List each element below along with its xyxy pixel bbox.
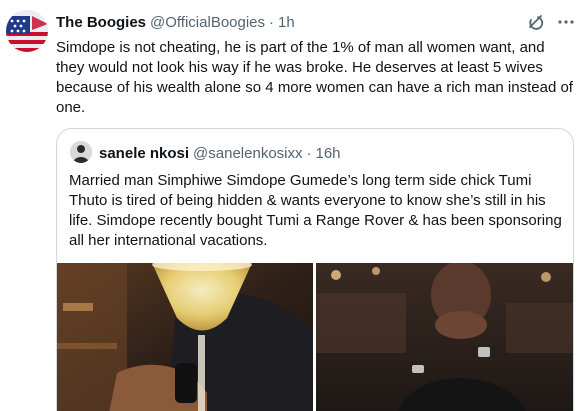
quoted-author-name[interactable]: sanele nkosi xyxy=(99,145,189,162)
author-name[interactable]: The Boogies xyxy=(56,14,146,31)
separator-dot: · xyxy=(306,144,312,162)
media-photo-cocktail[interactable] xyxy=(57,263,313,411)
quoted-tweet-time[interactable]: 16h xyxy=(316,145,341,162)
tweet-time[interactable]: 1h xyxy=(278,14,295,31)
author-avatar[interactable] xyxy=(6,10,48,52)
separator-dot: · xyxy=(269,13,275,31)
quoted-author-avatar[interactable] xyxy=(70,141,92,163)
author-handle[interactable]: @OfficialBoogies xyxy=(150,14,265,31)
quoted-tweet-header: sanele nkosi @sanelenkosixx · 16h xyxy=(99,143,341,163)
quoted-tweet-text: Married man Simphiwe Simdope Gumede’s lo… xyxy=(69,172,562,249)
flag-avatar-image xyxy=(6,10,48,52)
media-photo-man[interactable] xyxy=(316,263,573,411)
more-icon[interactable] xyxy=(556,12,576,32)
person-avatar-image xyxy=(70,141,92,163)
quoted-author-handle[interactable]: @sanelenkosixx xyxy=(193,145,302,162)
quoted-tweet-card[interactable]: sanele nkosi @sanelenkosixx · 16h Marrie… xyxy=(56,128,574,411)
grok-icon[interactable] xyxy=(526,12,546,32)
tweet-header: The Boogies @OfficialBoogies · 1h xyxy=(56,12,295,32)
tweet-text: Simdope is not cheating, he is part of t… xyxy=(56,39,573,116)
